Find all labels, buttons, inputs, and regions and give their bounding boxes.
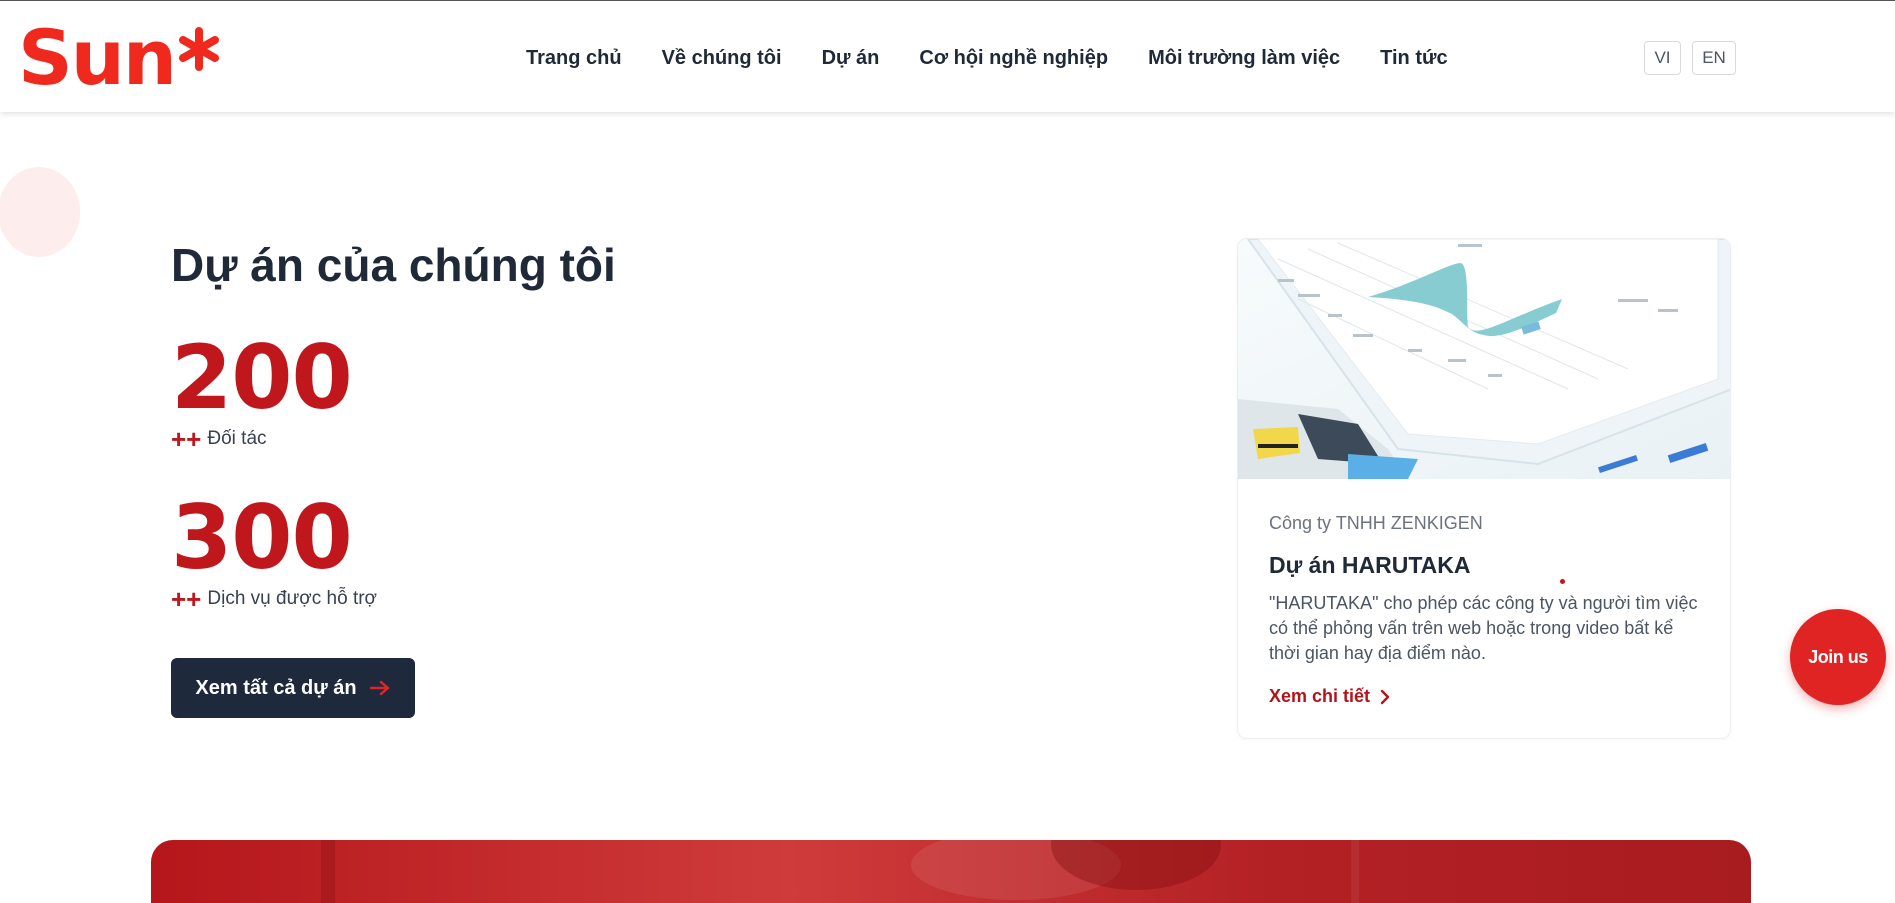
decorative-dot xyxy=(1560,579,1565,584)
chevron-right-icon xyxy=(1380,689,1390,704)
stat-number-partners: 200 xyxy=(171,326,353,429)
card-description: "HARUTAKA" cho phép các công ty và người… xyxy=(1269,593,1698,663)
logo-text: Sun xyxy=(18,13,177,102)
stat-label-text: Dịch vụ được hỗ trợ xyxy=(207,588,378,609)
nav-careers[interactable]: Cơ hội nghề nghiệp xyxy=(899,41,1128,75)
main-nav: Trang chủ Về chúng tôi Dự án Cơ hội nghề… xyxy=(526,41,1468,75)
view-details-link[interactable]: Xem chi tiết xyxy=(1269,686,1390,707)
banner-decoration xyxy=(1351,840,1359,903)
lang-en-button[interactable]: EN xyxy=(1692,41,1736,75)
card-title: Dự án HARUTAKA xyxy=(1269,552,1471,578)
logo[interactable]: Sun xyxy=(18,13,221,102)
page: Sun Trang chủ Về chúng tôi Dự án Cơ hội … xyxy=(0,0,1895,903)
site-header: Sun Trang chủ Về chúng tôi Dự án Cơ hội … xyxy=(0,0,1895,112)
view-details-label: Xem chi tiết xyxy=(1269,686,1371,706)
nav-about[interactable]: Về chúng tôi xyxy=(642,41,802,75)
stat-label-partners: ++ Đối tác xyxy=(171,426,267,452)
stat-label-services: ++ Dịch vụ được hỗ trợ xyxy=(171,586,377,612)
nav-home[interactable]: Trang chủ xyxy=(526,41,642,75)
nav-news[interactable]: Tin tức xyxy=(1360,41,1467,75)
asterisk-icon xyxy=(178,27,219,71)
nav-projects[interactable]: Dự án xyxy=(802,41,900,75)
stat-number-services: 300 xyxy=(171,486,353,589)
project-card[interactable]: Công ty TNHH ZENKIGEN Dự án HARUTAKA "HA… xyxy=(1237,238,1731,739)
section-title: Dự án của chúng tôi xyxy=(171,239,616,291)
plus-icon: ++ xyxy=(171,424,202,454)
bottom-banner xyxy=(151,840,1751,903)
cta-label: Xem tất cả dự án xyxy=(195,676,357,699)
card-company: Công ty TNHH ZENKIGEN xyxy=(1269,513,1483,533)
project-image xyxy=(1238,239,1730,479)
stat-label-text: Đối tác xyxy=(207,428,267,449)
nav-environment[interactable]: Môi trường làm việc xyxy=(1128,41,1360,75)
banner-decoration xyxy=(321,840,335,903)
view-all-projects-button[interactable]: Xem tất cả dự án xyxy=(171,658,415,718)
arrow-right-icon xyxy=(369,680,389,696)
lang-vi-button[interactable]: VI xyxy=(1644,41,1681,75)
decorative-circle xyxy=(0,167,80,257)
join-us-button[interactable]: Join us xyxy=(1790,609,1886,705)
plus-icon: ++ xyxy=(171,584,202,614)
